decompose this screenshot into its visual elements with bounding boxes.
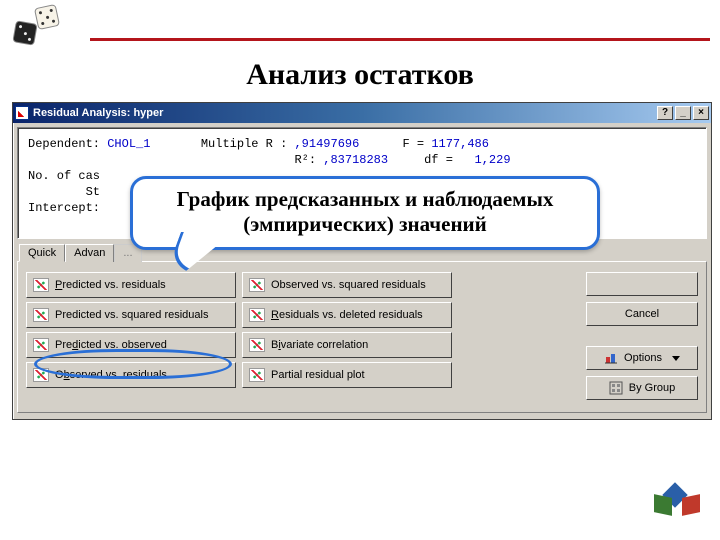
dice-icon [12, 20, 37, 45]
annotation-callout: График предсказанных и наблюдаемых (эмпи… [130, 176, 600, 250]
btn-obs-vs-resid[interactable]: ObObserved vs. residualsserved vs. resid… [26, 362, 236, 388]
stat-value: ,83718283 [323, 153, 388, 167]
cancel-button[interactable]: Cancel [586, 302, 698, 326]
plot-buttons: PPredicted vs. residualsredicted vs. res… [26, 272, 452, 400]
btn-resid-vs-delresid[interactable]: RResiduals vs. deleted residualsesiduals… [242, 302, 452, 328]
tab-advanced[interactable]: Advan [65, 244, 114, 262]
stat-value: CHOL_1 [107, 137, 150, 151]
scatter-icon [249, 368, 265, 382]
btn-pred-vs-obs[interactable]: PredPredicted vs. observedicted vs. obse… [26, 332, 236, 358]
stat-label: df [424, 153, 438, 167]
stat-value: ,91497696 [294, 137, 359, 151]
callout-line: (эмпирических) значений [149, 212, 581, 237]
btn-summary[interactable] [586, 272, 698, 296]
chevron-down-icon [672, 356, 680, 361]
bygroup-icon [609, 381, 623, 395]
stat-label: R²: [294, 153, 316, 167]
titlebar[interactable]: Residual Analysis: hyper ? _ × [13, 103, 711, 123]
button-label: Cancel [625, 308, 659, 320]
stat-sep: = [446, 153, 453, 167]
button-label: PredPredicted vs. observedicted vs. obse… [55, 339, 167, 351]
btn-bivariate[interactable]: BiBivariate correlationvariate correlati… [242, 332, 452, 358]
stat-value: 1177,486 [431, 137, 489, 151]
button-label: By Group [629, 382, 675, 394]
tab-quick[interactable]: Quick [19, 244, 65, 262]
dialog-window: Residual Analysis: hyper ? _ × Dependent… [12, 102, 712, 420]
divider [90, 38, 710, 41]
scatter-icon [249, 338, 265, 352]
button-label: BiBivariate correlationvariate correlati… [271, 339, 368, 351]
stat-label: F [403, 137, 410, 151]
scatter-icon [249, 308, 265, 322]
options-button[interactable]: Options [586, 346, 698, 370]
page-title: Анализ остатков [0, 58, 720, 92]
scatter-icon [33, 308, 49, 322]
button-label: Partial residual plot [271, 369, 365, 381]
sidebar-buttons: Cancel Options By Group [586, 272, 698, 400]
slide-deco-dice [8, 4, 68, 54]
stat-label: St [86, 185, 100, 199]
window-title: Residual Analysis: hyper [33, 107, 163, 119]
bygroup-button[interactable]: By Group [586, 376, 698, 400]
button-label: Options [624, 352, 662, 364]
scatter-icon [33, 368, 49, 382]
statistica-logo-icon [654, 486, 700, 526]
dice-icon [34, 4, 60, 30]
scatter-icon [33, 278, 49, 292]
btn-pred-vs-sqresid[interactable]: Predicted vs. squared residuals [26, 302, 236, 328]
stat-label: Multiple R : [201, 137, 287, 151]
button-label: ObObserved vs. residualsserved vs. resid… [55, 369, 167, 381]
button-label: RResiduals vs. deleted residualsesiduals… [271, 309, 423, 321]
btn-obs-vs-sqresid[interactable]: Observed vs. squared residuals [242, 272, 452, 298]
app-icon [15, 106, 29, 120]
stat-value: 1,229 [475, 153, 511, 167]
button-label: PPredicted vs. residualsredicted vs. res… [55, 279, 166, 291]
btn-pred-vs-resid[interactable]: PPredicted vs. residualsredicted vs. res… [26, 272, 236, 298]
options-icon [604, 351, 618, 365]
panel: PPredicted vs. residualsredicted vs. res… [17, 261, 707, 413]
button-label: Observed vs. squared residuals [271, 279, 426, 291]
button-label: Predicted vs. squared residuals [55, 309, 208, 321]
close-button[interactable]: × [693, 106, 709, 120]
scatter-icon [33, 338, 49, 352]
stat-label: Dependent: [28, 137, 100, 151]
scatter-icon [249, 278, 265, 292]
help-button[interactable]: ? [657, 106, 673, 120]
callout-line: График предсказанных и наблюдаемых [149, 187, 581, 212]
btn-partial-resid[interactable]: Partial residual plot [242, 362, 452, 388]
minimize-button[interactable]: _ [675, 106, 691, 120]
